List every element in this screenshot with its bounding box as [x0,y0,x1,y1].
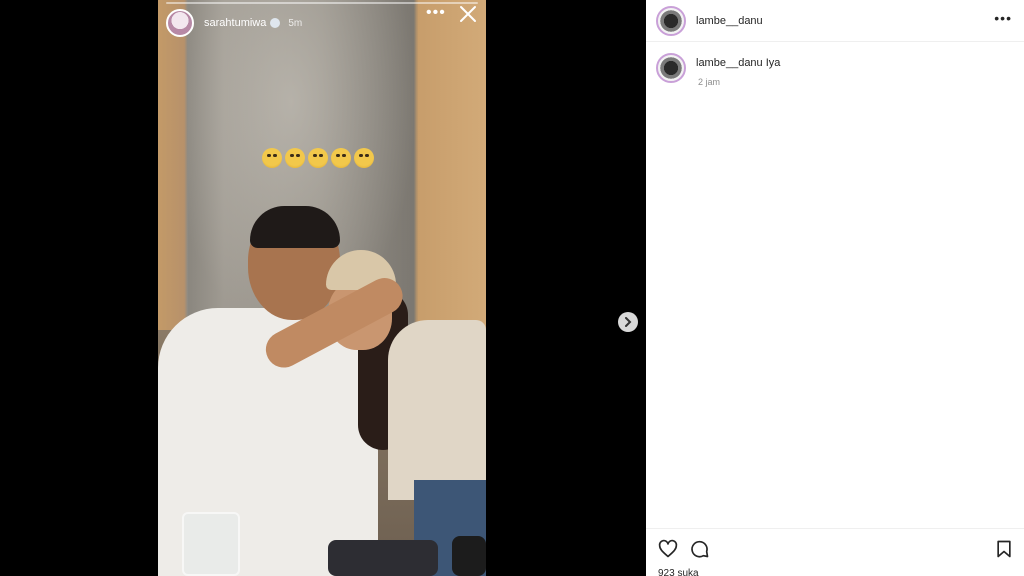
post-username[interactable]: lambe__danu [696,15,763,27]
emoji-icon [354,148,374,168]
profile-avatar[interactable] [656,5,686,36]
story-username[interactable]: sarahtumiwa [204,17,266,29]
action-bar [646,528,1024,576]
comment-icon[interactable] [690,539,710,559]
emoji-sticker [262,148,374,168]
chevron-right-icon [625,317,632,327]
caption-avatar[interactable] [656,53,686,83]
post-header: lambe__danu ••• [646,0,1024,42]
media-area: sarahtumiwa 5m ••• [0,0,646,576]
drinking-glass [182,512,240,576]
woman-top [388,320,486,500]
man-hair [250,206,340,248]
likes-count[interactable]: 923 suka [658,568,699,576]
story-time: 5m [288,17,303,29]
emoji-icon [285,148,305,168]
story-more-icon[interactable]: ••• [426,4,446,22]
caption-username[interactable]: lambe__danu [696,57,763,69]
verified-badge-icon [270,18,281,28]
emoji-icon [308,148,328,168]
bowl [452,536,486,576]
story-image: sarahtumiwa 5m ••• [158,0,486,576]
caption-time: 2 jam [698,77,721,87]
next-button[interactable] [618,312,638,332]
bookmark-icon[interactable] [994,539,1014,559]
caption-body: Iya [765,57,781,69]
emoji-icon [331,148,351,168]
more-options-icon[interactable]: ••• [994,10,1012,26]
food-plate [328,540,438,576]
close-icon[interactable] [458,4,478,24]
emoji-icon [262,148,282,168]
story-avatar[interactable] [166,9,194,37]
heart-icon[interactable] [658,539,678,559]
